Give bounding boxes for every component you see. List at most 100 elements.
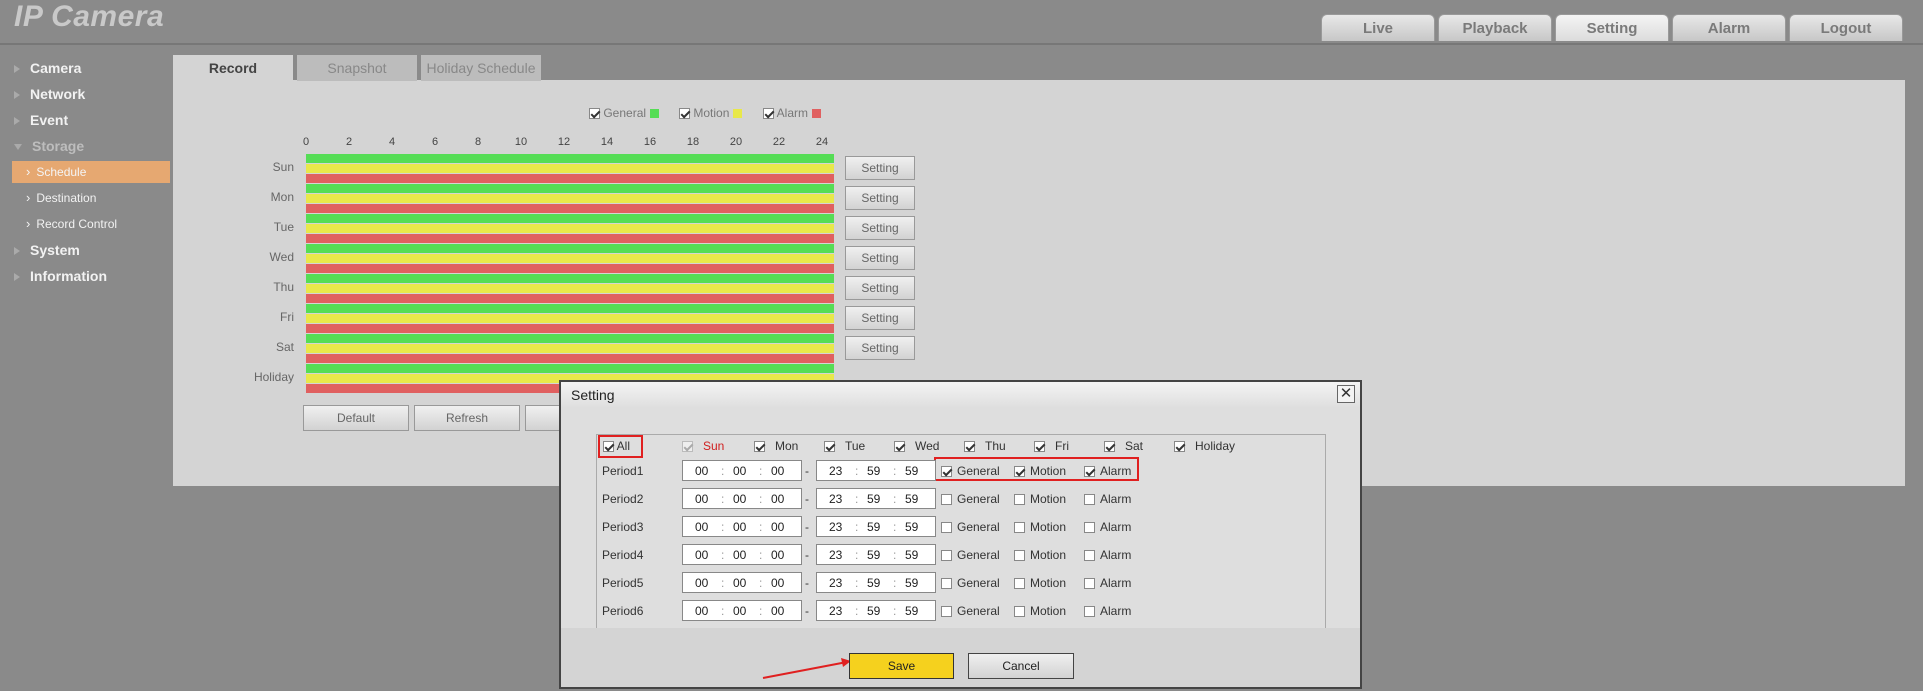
day-setting-button[interactable]: Setting xyxy=(845,216,915,240)
general-bar[interactable] xyxy=(306,244,834,253)
legend-alarm[interactable]: Alarm xyxy=(763,106,822,120)
time-field[interactable]: 00 xyxy=(695,520,708,534)
tab-holiday-schedule[interactable]: Holiday Schedule xyxy=(421,55,541,81)
time-end-input[interactable]: 23:59:59 xyxy=(816,516,936,537)
time-field[interactable]: 00 xyxy=(771,492,784,506)
time-field[interactable]: 00 xyxy=(771,464,784,478)
period-alarm-checkbox[interactable]: Alarm xyxy=(1084,492,1131,506)
period-alarm-checkbox[interactable]: Alarm xyxy=(1084,548,1131,562)
time-field[interactable]: 00 xyxy=(733,548,746,562)
time-field[interactable]: 23 xyxy=(829,492,842,506)
dialog-day-thu[interactable]: Thu xyxy=(964,439,1006,453)
time-field[interactable]: 59 xyxy=(867,492,880,506)
alarm-bar[interactable] xyxy=(306,294,834,303)
alarm-bar[interactable] xyxy=(306,264,834,273)
day-setting-button[interactable]: Setting xyxy=(845,336,915,360)
time-field[interactable]: 00 xyxy=(771,548,784,562)
time-field[interactable]: 00 xyxy=(771,576,784,590)
default-button[interactable]: Default xyxy=(303,405,409,431)
time-field[interactable]: 59 xyxy=(867,604,880,618)
motion-bar[interactable] xyxy=(306,164,834,173)
period-general-checkbox[interactable]: General xyxy=(941,520,1000,534)
period-alarm-checkbox[interactable]: Alarm xyxy=(1084,520,1131,534)
legend-motion[interactable]: Motion xyxy=(679,106,743,120)
time-field[interactable]: 59 xyxy=(905,576,918,590)
sidebar-item-schedule[interactable]: › Schedule xyxy=(12,161,170,183)
day-setting-button[interactable]: Setting xyxy=(845,306,915,330)
period-motion-checkbox[interactable]: Motion xyxy=(1014,604,1066,618)
time-field[interactable]: 00 xyxy=(733,492,746,506)
nav-tab-alarm[interactable]: Alarm xyxy=(1672,14,1786,41)
cancel-button[interactable]: Cancel xyxy=(968,653,1074,679)
general-bar[interactable] xyxy=(306,184,834,193)
alarm-bar[interactable] xyxy=(306,324,834,333)
alarm-bar[interactable] xyxy=(306,174,834,183)
period-alarm-checkbox[interactable]: Alarm xyxy=(1084,604,1131,618)
time-field[interactable]: 00 xyxy=(733,464,746,478)
nav-tab-setting[interactable]: Setting xyxy=(1555,14,1669,41)
general-bar[interactable] xyxy=(306,334,834,343)
motion-bar[interactable] xyxy=(306,254,834,263)
time-end-input[interactable]: 23:59:59 xyxy=(816,460,936,481)
time-field[interactable]: 23 xyxy=(829,576,842,590)
time-field[interactable]: 59 xyxy=(905,464,918,478)
time-field[interactable]: 00 xyxy=(771,604,784,618)
period-general-checkbox[interactable]: General xyxy=(941,464,1000,478)
time-start-input[interactable]: 00:00:00 xyxy=(682,544,802,565)
legend-general[interactable]: General xyxy=(589,106,660,120)
motion-bar[interactable] xyxy=(306,344,834,353)
checkbox-all[interactable]: All xyxy=(603,439,630,453)
time-field[interactable]: 23 xyxy=(829,520,842,534)
sidebar-item-information[interactable]: Information xyxy=(14,268,107,284)
period-motion-checkbox[interactable]: Motion xyxy=(1014,548,1066,562)
time-end-input[interactable]: 23:59:59 xyxy=(816,544,936,565)
time-field[interactable]: 00 xyxy=(695,576,708,590)
motion-bar[interactable] xyxy=(306,194,834,203)
period-motion-checkbox[interactable]: Motion xyxy=(1014,464,1066,478)
motion-bar[interactable] xyxy=(306,284,834,293)
checkbox-alarm[interactable] xyxy=(763,108,774,120)
time-field[interactable]: 59 xyxy=(905,548,918,562)
time-field[interactable]: 00 xyxy=(695,548,708,562)
save-button[interactable]: Save xyxy=(849,653,954,679)
time-field[interactable]: 59 xyxy=(905,604,918,618)
alarm-bar[interactable] xyxy=(306,204,834,213)
time-start-input[interactable]: 00:00:00 xyxy=(682,488,802,509)
time-field[interactable]: 00 xyxy=(733,576,746,590)
time-start-input[interactable]: 00:00:00 xyxy=(682,572,802,593)
time-end-input[interactable]: 23:59:59 xyxy=(816,488,936,509)
general-bar[interactable] xyxy=(306,364,834,373)
time-field[interactable]: 59 xyxy=(867,464,880,478)
period-motion-checkbox[interactable]: Motion xyxy=(1014,492,1066,506)
period-alarm-checkbox[interactable]: Alarm xyxy=(1084,464,1131,478)
time-field[interactable]: 59 xyxy=(867,520,880,534)
close-icon[interactable]: ✕ xyxy=(1337,385,1355,403)
period-general-checkbox[interactable]: General xyxy=(941,492,1000,506)
time-field[interactable]: 00 xyxy=(733,604,746,618)
time-end-input[interactable]: 23:59:59 xyxy=(816,600,936,621)
dialog-day-sat[interactable]: Sat xyxy=(1104,439,1143,453)
nav-tab-playback[interactable]: Playback xyxy=(1438,14,1552,41)
time-field[interactable]: 00 xyxy=(695,492,708,506)
time-end-input[interactable]: 23:59:59 xyxy=(816,572,936,593)
sidebar-item-system[interactable]: System xyxy=(14,242,80,258)
time-field[interactable]: 59 xyxy=(867,576,880,590)
general-bar[interactable] xyxy=(306,274,834,283)
dialog-day-sun[interactable]: Sun xyxy=(682,439,724,453)
checkbox-general[interactable] xyxy=(589,108,600,120)
sidebar-item-record-control[interactable]: › Record Control xyxy=(12,213,170,235)
sidebar-item-storage[interactable]: Storage xyxy=(14,138,84,154)
general-bar[interactable] xyxy=(306,304,834,313)
time-field[interactable]: 00 xyxy=(695,604,708,618)
time-field[interactable]: 23 xyxy=(829,464,842,478)
period-alarm-checkbox[interactable]: Alarm xyxy=(1084,576,1131,590)
day-setting-button[interactable]: Setting xyxy=(845,246,915,270)
day-setting-button[interactable]: Setting xyxy=(845,276,915,300)
time-field[interactable]: 59 xyxy=(867,548,880,562)
time-field[interactable]: 59 xyxy=(905,492,918,506)
period-general-checkbox[interactable]: General xyxy=(941,576,1000,590)
period-general-checkbox[interactable]: General xyxy=(941,548,1000,562)
motion-bar[interactable] xyxy=(306,224,834,233)
time-field[interactable]: 00 xyxy=(771,520,784,534)
alarm-bar[interactable] xyxy=(306,234,834,243)
